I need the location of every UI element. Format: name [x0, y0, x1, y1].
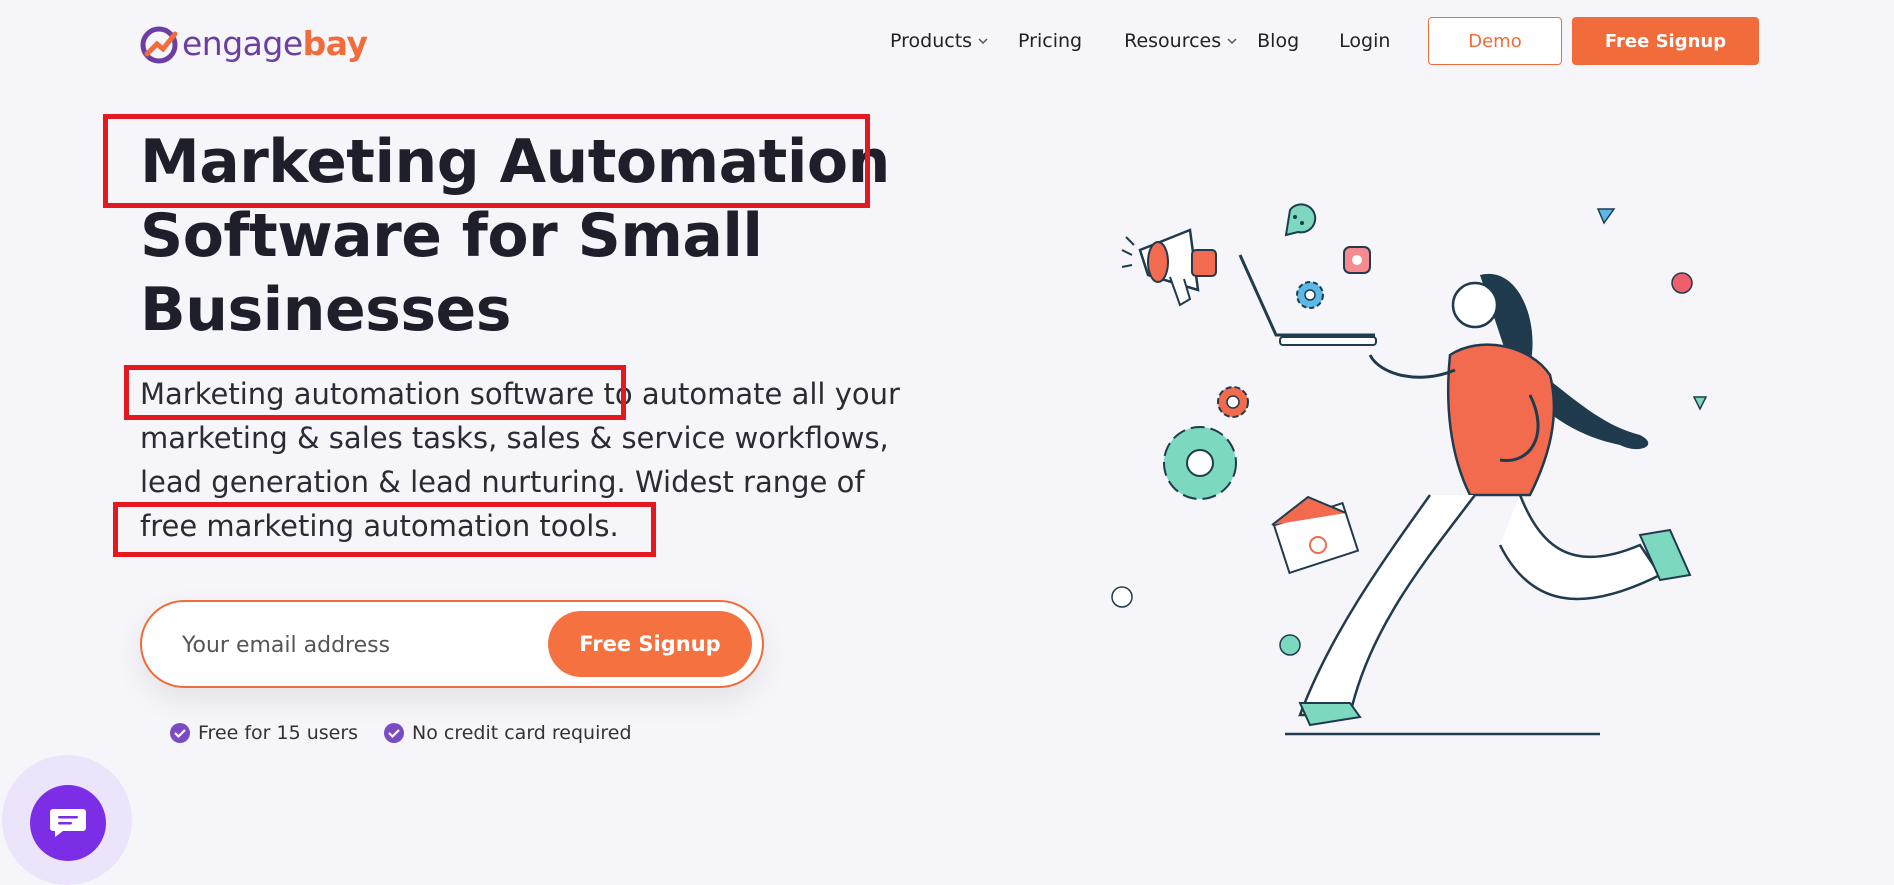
logo[interactable]: engagebay: [139, 22, 368, 66]
free-signup-button[interactable]: Free Signup: [1572, 17, 1759, 65]
dot-shape: [1671, 272, 1693, 294]
email-envelope-icon: [1271, 495, 1360, 575]
logo-mark-icon: [140, 26, 178, 64]
dot-shape: [1111, 586, 1133, 608]
chat-button[interactable]: [30, 785, 106, 861]
perk-no-card: No credit card required: [384, 722, 632, 744]
logo-wordmark: engagebay: [182, 24, 368, 63]
hero-title-line: Software for Small: [140, 201, 763, 271]
hero-illustration: [1111, 203, 1708, 736]
description-line: marketing & sales tasks, sales & service…: [140, 421, 889, 455]
chevron-down-icon: [978, 38, 988, 45]
perk-free-users: Free for 15 users: [170, 722, 358, 744]
main-nav: Products Pricing Resources Blog Login: [890, 27, 1390, 55]
demo-button[interactable]: Demo: [1428, 17, 1562, 65]
nav-products[interactable]: Products: [890, 27, 988, 55]
triangle-shape: [1692, 396, 1708, 411]
megaphone-icon: [1121, 228, 1217, 307]
hero-title-line: Marketing Automation: [140, 127, 890, 197]
email-input[interactable]: [180, 622, 524, 668]
chat-bubble-icon: [50, 809, 86, 837]
hero-title: Marketing Automation Software for Small …: [140, 125, 890, 347]
nav-resources[interactable]: Resources: [1124, 27, 1237, 55]
gear-icon: [1296, 281, 1324, 309]
image-card-icon: [1343, 246, 1371, 274]
gear-icon: [1217, 386, 1249, 418]
nav-login[interactable]: Login: [1339, 27, 1390, 55]
form-signup-button[interactable]: Free Signup: [548, 611, 752, 677]
chevron-down-icon: [1227, 38, 1237, 45]
speech-bubble-icon: [1284, 203, 1317, 237]
description-line: Marketing automation software to automat…: [140, 377, 900, 411]
nav-pricing[interactable]: Pricing: [1018, 27, 1082, 55]
triangle-shape: [1596, 208, 1616, 225]
description-line: free marketing automation tools.: [140, 509, 619, 543]
check-circle-icon: [170, 723, 190, 743]
nav-blog[interactable]: Blog: [1257, 27, 1299, 55]
gear-icon: [1163, 426, 1237, 500]
hero-title-line: Businesses: [140, 275, 511, 345]
description-line: lead generation & lead nurturing. Widest…: [140, 465, 865, 499]
email-signup-form: Free Signup: [140, 600, 764, 688]
check-circle-icon: [384, 723, 404, 743]
hero-description: Marketing automation software to automat…: [140, 372, 940, 548]
dot-shape: [1279, 634, 1301, 656]
